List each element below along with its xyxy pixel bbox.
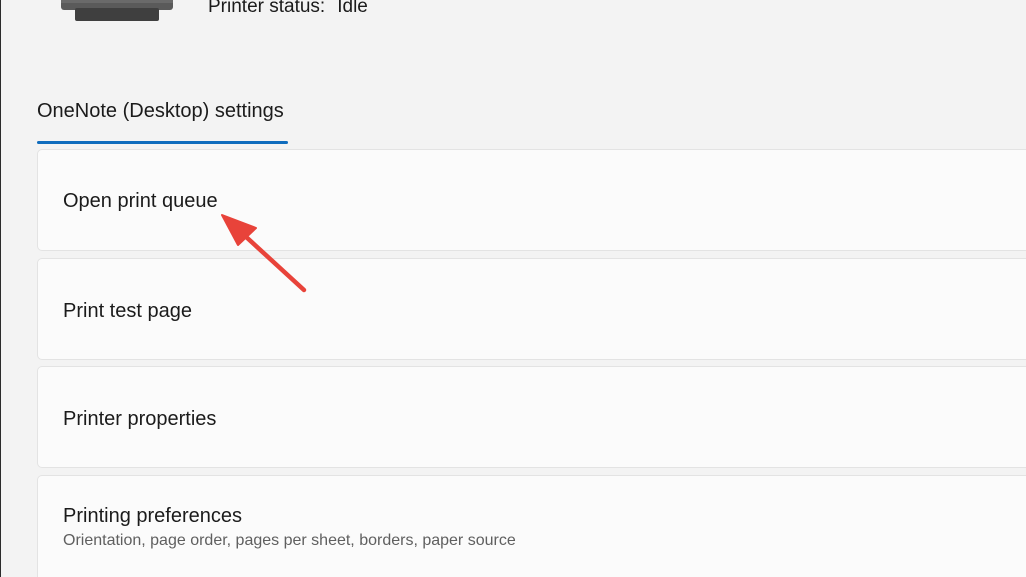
printing-preferences-label: Printing preferences: [63, 505, 242, 527]
open-print-queue-label: Open print queue: [63, 190, 218, 212]
tab-selected-indicator: [37, 141, 288, 144]
printer-status: Printer status: Idle: [208, 0, 368, 18]
print-test-page-label: Print test page: [63, 300, 192, 322]
printer-status-value: Idle: [337, 0, 368, 17]
printer-properties-label: Printer properties: [63, 408, 217, 430]
printing-preferences-button[interactable]: Printing preferences Orientation, page o…: [37, 475, 1026, 577]
printer-icon: [61, 0, 173, 21]
open-print-queue-button[interactable]: Open print queue: [37, 149, 1026, 251]
printer-status-label: Printer status:: [208, 0, 326, 17]
tab-onenote-settings[interactable]: OneNote (Desktop) settings: [37, 100, 284, 123]
printer-properties-button[interactable]: Printer properties: [37, 366, 1026, 468]
print-test-page-button[interactable]: Print test page: [37, 258, 1026, 360]
printing-preferences-description: Orientation, page order, pages per sheet…: [63, 532, 516, 549]
printer-settings-window: Printer status: Idle OneNote (Desktop) se…: [0, 0, 1026, 577]
